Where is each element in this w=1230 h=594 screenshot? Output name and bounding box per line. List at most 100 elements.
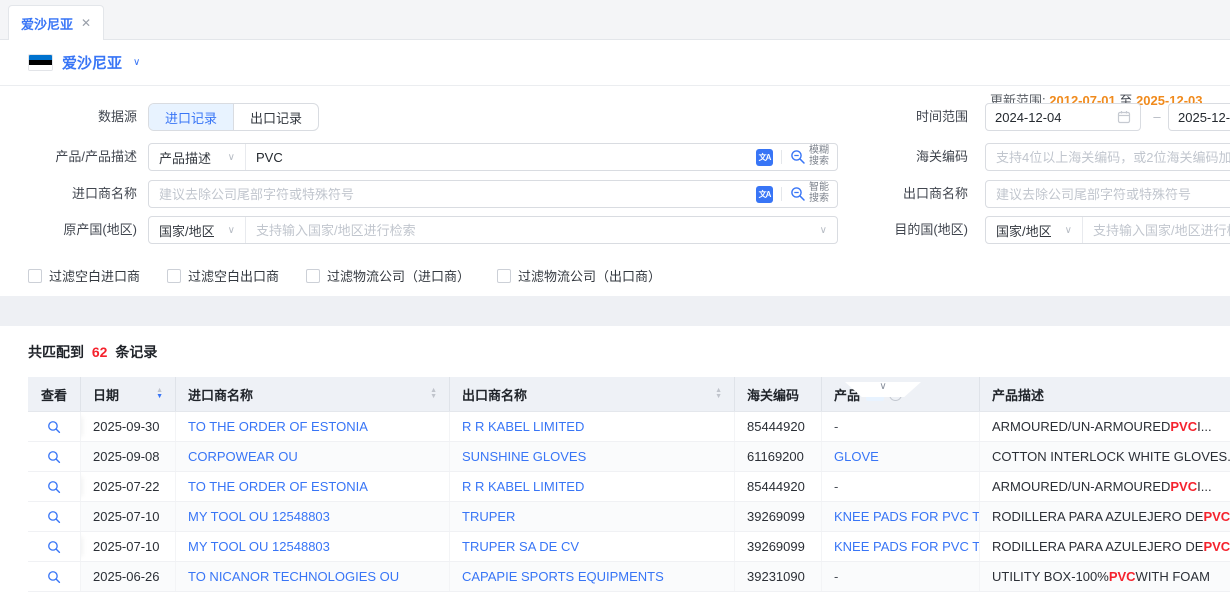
- hs-code-input[interactable]: [986, 144, 1230, 170]
- view-button[interactable]: [28, 442, 81, 471]
- exporter-input[interactable]: [986, 181, 1230, 207]
- checkbox-label: 过滤物流公司（进口商）: [327, 266, 470, 285]
- view-record-icon[interactable]: [47, 540, 61, 554]
- view-record-icon[interactable]: [47, 570, 61, 584]
- view-button[interactable]: [28, 412, 81, 441]
- cell-date: 2025-09-30: [81, 412, 176, 441]
- product-field: 产品描述∨ 文A 模糊搜索: [148, 143, 838, 171]
- product-input[interactable]: [246, 144, 756, 170]
- origin-field: 国家/地区∨ ∨: [148, 216, 838, 244]
- cell-product-link[interactable]: KNEE PADS FOR PVC T...: [834, 539, 980, 554]
- cell-importer-link[interactable]: MY TOOL OU 12548803: [188, 539, 330, 554]
- chevron-down-icon[interactable]: ∨: [133, 57, 140, 68]
- translate-icon[interactable]: 文A: [756, 186, 773, 203]
- cell-date: 2025-07-10: [81, 502, 176, 531]
- cell-date: 2025-07-10: [81, 532, 176, 561]
- cell-hs-code: 85444920: [735, 412, 822, 441]
- cell-date: 2025-09-08: [81, 442, 176, 471]
- checkbox-icon[interactable]: [306, 269, 320, 283]
- table-header-row: 查看 日期 ▲▼ 进口商名称 ▲▼ 出口商名称 ▲▼ 海关编码 产品 AI i …: [28, 377, 1230, 412]
- tab-import-records[interactable]: 进口记录: [149, 104, 233, 130]
- data-source-toggle: 进口记录 出口记录: [148, 103, 319, 131]
- importer-input[interactable]: [149, 181, 756, 207]
- cell-product-link[interactable]: KNEE PADS FOR PVC T...: [834, 509, 980, 524]
- checkbox-icon[interactable]: [497, 269, 511, 283]
- divider: [781, 150, 782, 164]
- view-record-icon[interactable]: [47, 510, 61, 524]
- exporter-label: 出口商名称: [848, 180, 968, 208]
- cell-importer-link[interactable]: MY TOOL OU 12548803: [188, 509, 330, 524]
- cell-exporter-link[interactable]: TRUPER: [462, 509, 515, 524]
- view-record-icon[interactable]: [47, 420, 61, 434]
- tab-estonia[interactable]: 爱沙尼亚 ✕: [8, 5, 104, 40]
- date-end-value: 2025-12-03: [1178, 110, 1230, 125]
- chevron-down-icon: ∨: [879, 382, 886, 392]
- tab-export-records[interactable]: 出口记录: [233, 104, 318, 130]
- cell-exporter-link[interactable]: TRUPER SA DE CV: [462, 539, 579, 554]
- view-button[interactable]: [28, 472, 81, 501]
- table-row: 2025-07-10 MY TOOL OU 12548803 TRUPER SA D…: [28, 532, 1230, 562]
- cell-exporter-link[interactable]: R R KABEL LIMITED: [462, 479, 584, 494]
- fuzzy-search-label[interactable]: 模糊搜索: [809, 146, 829, 168]
- view-button[interactable]: [28, 502, 81, 531]
- col-header-hs-code: 海关编码: [735, 377, 822, 411]
- cell-importer-link[interactable]: TO THE ORDER OF ESTONIA: [188, 479, 368, 494]
- origin-type-value: 国家/地区: [159, 221, 215, 240]
- filter-checkbox[interactable]: 过滤空白进口商: [28, 266, 140, 285]
- checkbox-icon[interactable]: [28, 269, 42, 283]
- col-header-date[interactable]: 日期 ▲▼: [81, 377, 176, 411]
- sort-icon[interactable]: ▲▼: [148, 388, 163, 400]
- view-button[interactable]: [28, 532, 81, 561]
- cell-importer-link[interactable]: CORPOWEAR OU: [188, 449, 298, 464]
- data-source-label: 数据源: [0, 103, 137, 131]
- filter-checkbox[interactable]: 过滤空白出口商: [167, 266, 279, 285]
- destination-label: 目的国(地区): [848, 216, 968, 244]
- fuzzy-search-icon[interactable]: [790, 149, 806, 165]
- tab-bar: 爱沙尼亚 ✕: [0, 0, 1230, 40]
- close-icon[interactable]: ✕: [81, 17, 91, 29]
- cell-exporter-link[interactable]: SUNSHINE GLOVES: [462, 449, 586, 464]
- estonia-flag-icon: [28, 54, 53, 71]
- cell-importer-link[interactable]: TO THE ORDER OF ESTONIA: [188, 419, 368, 434]
- smart-search-label[interactable]: 智能搜索: [809, 183, 829, 205]
- cell-hs-code: 39269099: [735, 532, 822, 561]
- cell-description: ARMOURED/UN-ARMOURED PVC I...: [980, 472, 1230, 501]
- destination-type-select[interactable]: 国家/地区 ∨: [986, 217, 1083, 243]
- chevron-down-icon[interactable]: ∨: [820, 225, 837, 236]
- summary-prefix: 共匹配到: [28, 344, 84, 360]
- view-button[interactable]: [28, 562, 81, 591]
- exporter-field: [985, 180, 1230, 208]
- table-row: 2025-07-22TO THE ORDER OF ESTONIAR R KAB…: [28, 472, 1230, 502]
- destination-type-value: 国家/地区: [996, 221, 1052, 240]
- cell-description: UTILITY BOX-100% PVC WITH FOAM: [980, 562, 1230, 591]
- col-header-exporter[interactable]: 出口商名称 ▲▼: [450, 377, 735, 411]
- results-summary: 共匹配到 62 条记录: [28, 342, 1230, 362]
- col-header-importer[interactable]: 进口商名称 ▲▼: [176, 377, 450, 411]
- country-title[interactable]: 爱沙尼亚: [62, 52, 122, 73]
- cell-product-link[interactable]: GLOVE: [834, 449, 879, 464]
- checkbox-icon[interactable]: [167, 269, 181, 283]
- smart-search-icon[interactable]: [790, 186, 806, 202]
- chevron-down-icon: ∨: [1065, 225, 1072, 236]
- view-record-icon[interactable]: [47, 480, 61, 494]
- origin-type-select[interactable]: 国家/地区∨: [149, 217, 246, 243]
- origin-input[interactable]: [246, 217, 820, 243]
- product-type-select[interactable]: 产品描述∨: [149, 144, 246, 170]
- destination-input[interactable]: [1083, 217, 1230, 243]
- product-label: 产品/产品描述: [0, 143, 137, 171]
- cell-importer-link[interactable]: TO NICANOR TECHNOLOGIES OU: [188, 569, 399, 584]
- date-end-input[interactable]: 2025-12-03: [1168, 103, 1230, 131]
- sort-icon[interactable]: ▲▼: [422, 388, 437, 400]
- cell-description: RODILLERA PARA AZULEJERO DE PVC: [980, 532, 1230, 561]
- sort-icon[interactable]: ▲▼: [707, 388, 722, 400]
- date-start-input[interactable]: 2024-12-04: [985, 103, 1141, 131]
- view-record-icon[interactable]: [47, 450, 61, 464]
- hs-code-field: [985, 143, 1230, 171]
- cell-exporter-link[interactable]: CAPAPIE SPORTS EQUIPMENTS: [462, 569, 664, 584]
- filter-checkbox[interactable]: 过滤物流公司（进口商）: [306, 266, 470, 285]
- translate-icon[interactable]: 文A: [756, 149, 773, 166]
- table-row: 2025-09-08CORPOWEAR OUSUNSHINE GLOVES611…: [28, 442, 1230, 472]
- cell-exporter-link[interactable]: R R KABEL LIMITED: [462, 419, 584, 434]
- destination-field: 国家/地区 ∨: [985, 216, 1230, 244]
- filter-checkbox[interactable]: 过滤物流公司（出口商）: [497, 266, 661, 285]
